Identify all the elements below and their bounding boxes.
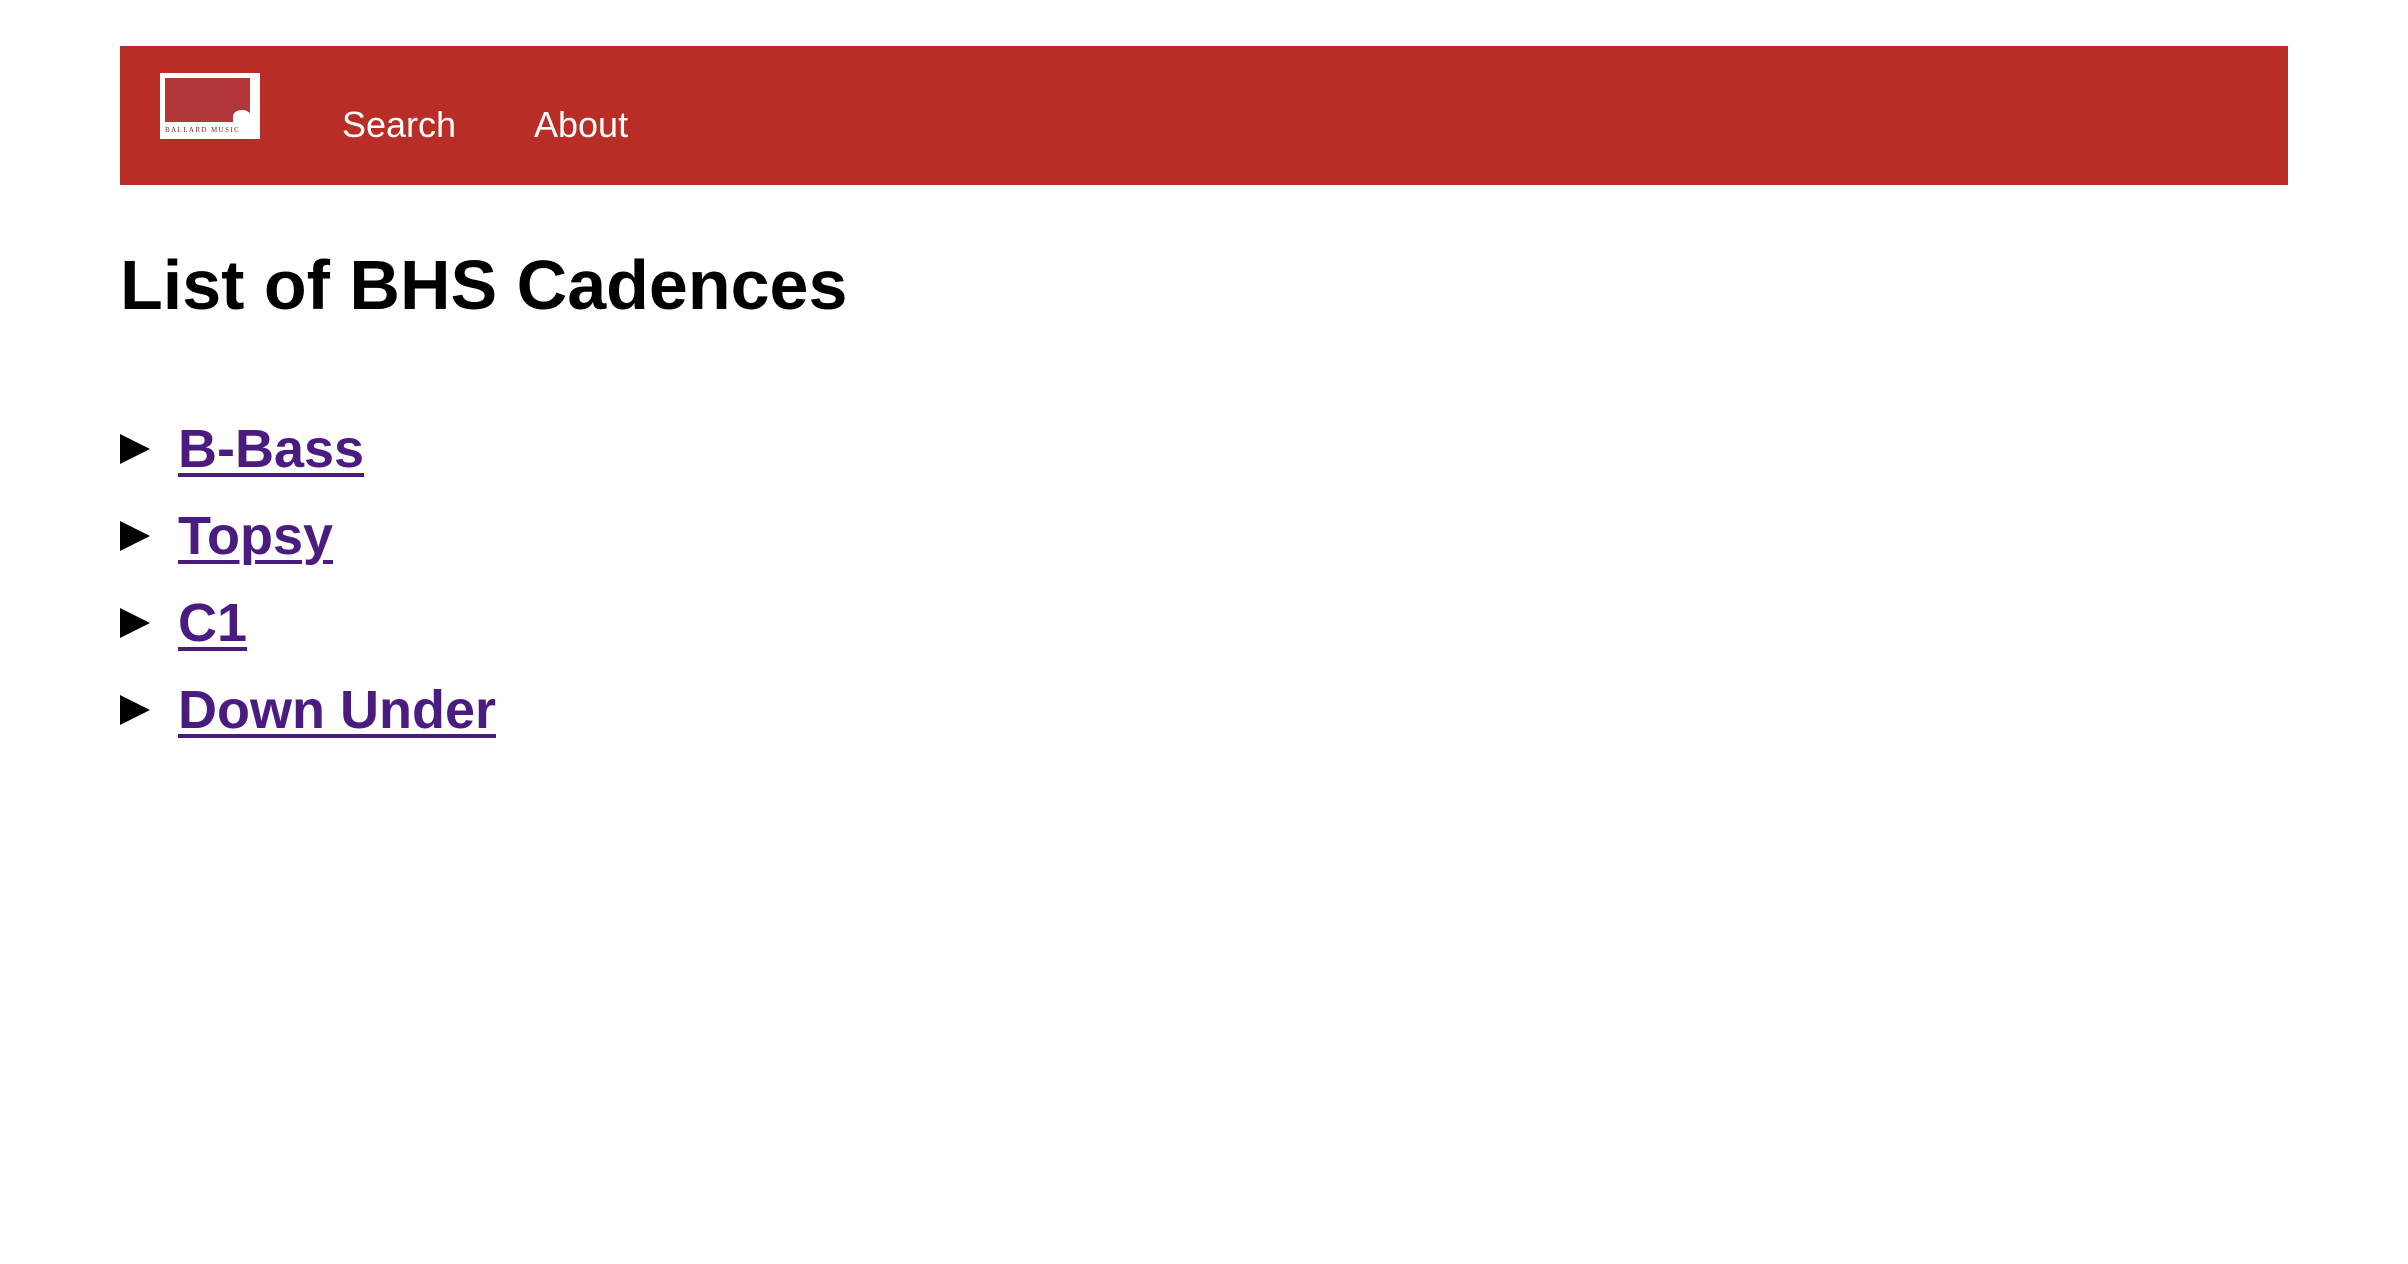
nav-about-link[interactable]: About — [534, 107, 628, 143]
cadence-link[interactable]: C1 — [178, 596, 247, 650]
nav-search-link[interactable]: Search — [342, 107, 456, 143]
cadence-list: B-Bass Topsy C1 Down Under — [120, 405, 496, 753]
cadence-item-down-under[interactable]: Down Under — [120, 666, 496, 753]
disclosure-triangle-icon[interactable] — [120, 607, 150, 638]
cadence-item-b-bass[interactable]: B-Bass — [120, 405, 496, 492]
cadence-link[interactable]: B-Bass — [178, 422, 364, 476]
cadence-item-c1[interactable]: C1 — [120, 579, 496, 666]
logo-graphic: BALLARD MUSIC — [163, 76, 257, 136]
page-title: List of BHS Cadences — [120, 246, 848, 324]
top-navbar: BALLARD MUSIC Search About — [120, 46, 2288, 185]
cadence-link[interactable]: Topsy — [178, 509, 333, 563]
disclosure-triangle-icon[interactable] — [120, 694, 150, 725]
logo-wordmark: BALLARD MUSIC — [165, 126, 241, 134]
logo-note-head — [233, 110, 251, 123]
page: BALLARD MUSIC Search About List of BHS C… — [0, 0, 2408, 1264]
site-logo[interactable]: BALLARD MUSIC — [160, 73, 260, 139]
cadence-item-topsy[interactable]: Topsy — [120, 492, 496, 579]
disclosure-triangle-icon[interactable] — [120, 520, 150, 551]
disclosure-triangle-icon[interactable] — [120, 433, 150, 464]
cadence-link[interactable]: Down Under — [178, 683, 496, 737]
